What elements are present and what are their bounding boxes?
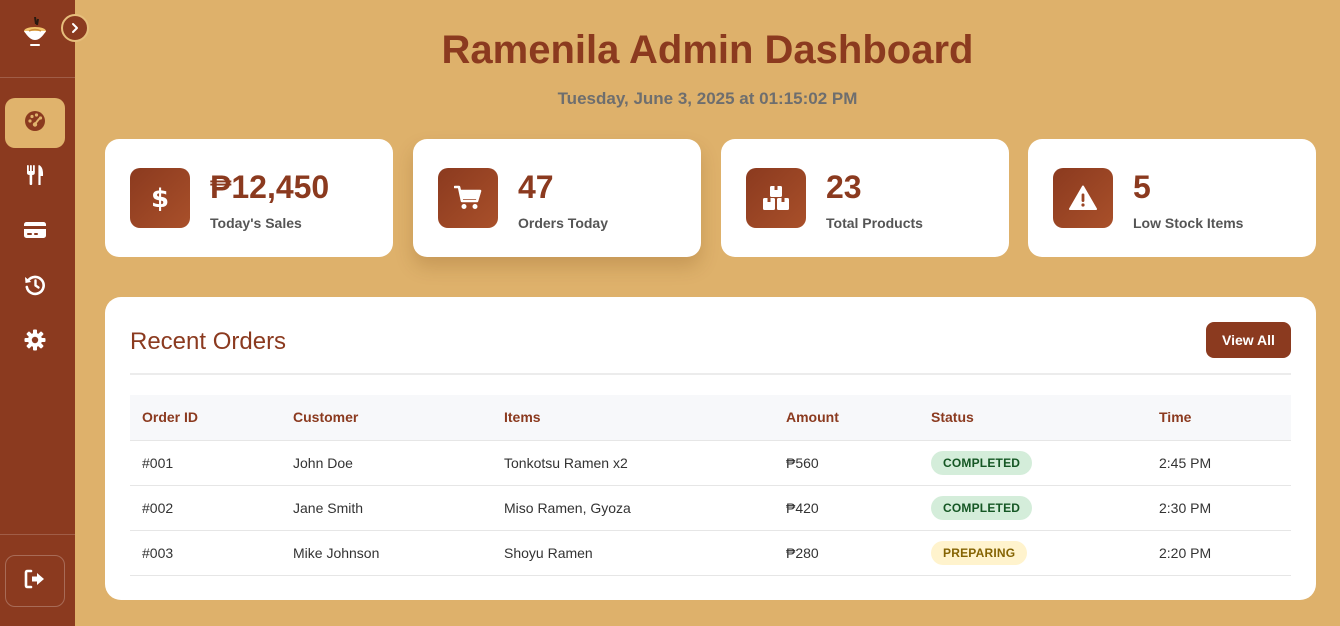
column-header: Order ID bbox=[130, 395, 281, 441]
recent-orders-panel: Recent Orders View All Order ID Customer… bbox=[105, 297, 1316, 600]
order-time: 2:45 PM bbox=[1147, 440, 1291, 486]
status-badge: COMPLETED bbox=[931, 495, 1033, 520]
stat-value: 5 bbox=[1133, 169, 1151, 205]
table-header-row: Order ID Customer Items Amount Status Ti… bbox=[130, 395, 1291, 441]
sidebar-item-payments[interactable] bbox=[5, 207, 65, 257]
order-id: #001 bbox=[130, 440, 281, 486]
view-all-button[interactable]: View All bbox=[1206, 322, 1291, 358]
stat-label: Low Stock Items bbox=[1133, 215, 1244, 231]
order-status-cell: PREPARING bbox=[919, 530, 1147, 576]
sign-out-icon bbox=[24, 569, 46, 593]
panel-divider bbox=[130, 373, 1291, 375]
column-header: Customer bbox=[281, 395, 492, 441]
dashboard-gauge-icon bbox=[24, 110, 46, 136]
order-status-cell: COMPLETED bbox=[919, 440, 1147, 486]
orders-table: Order ID Customer Items Amount Status Ti… bbox=[130, 395, 1291, 576]
order-amount: ₱560 bbox=[774, 440, 919, 486]
utensils-icon bbox=[24, 164, 46, 190]
order-time: 2:30 PM bbox=[1147, 485, 1291, 531]
current-datetime: Tuesday, June 3, 2025 at 01:15:02 PM bbox=[557, 89, 858, 108]
sidebar-divider bbox=[0, 77, 75, 78]
order-amount: ₱420 bbox=[774, 485, 919, 531]
sidebar-item-dashboard[interactable] bbox=[5, 98, 65, 148]
order-id: #002 bbox=[130, 485, 281, 531]
order-items: Shoyu Ramen bbox=[492, 530, 774, 576]
page-title: Ramenila Admin Dashboard bbox=[441, 28, 974, 72]
stat-value: ₱12,450 bbox=[210, 169, 330, 205]
stat-card-products: 23 Total Products bbox=[721, 139, 1009, 257]
sidebar-item-history[interactable] bbox=[5, 262, 65, 312]
sidebar-divider bbox=[0, 534, 75, 535]
stat-value: 23 bbox=[826, 169, 862, 205]
stat-label: Total Products bbox=[826, 215, 923, 231]
status-badge: COMPLETED bbox=[931, 450, 1033, 475]
sidebar-item-settings[interactable] bbox=[5, 317, 65, 367]
ramen-bowl-icon[interactable] bbox=[22, 16, 48, 49]
gear-icon bbox=[24, 329, 46, 355]
credit-card-icon bbox=[23, 220, 47, 244]
order-amount: ₱280 bbox=[774, 530, 919, 576]
table-row[interactable]: #003 Mike Johnson Shoyu Ramen ₱280 PREPA… bbox=[130, 530, 1291, 576]
stat-value: 47 bbox=[518, 169, 554, 205]
sidebar-item-menu[interactable] bbox=[5, 152, 65, 202]
column-header: Items bbox=[492, 395, 774, 441]
svg-text:$: $ bbox=[151, 184, 169, 213]
order-id: #003 bbox=[130, 530, 281, 576]
stat-card-orders: 47 Orders Today bbox=[413, 139, 701, 257]
order-items: Tonkotsu Ramen x2 bbox=[492, 440, 774, 486]
stat-card-low-stock: 5 Low Stock Items bbox=[1028, 139, 1316, 257]
history-icon bbox=[24, 274, 46, 300]
order-items: Miso Ramen, Gyoza bbox=[492, 485, 774, 531]
recent-orders-title: Recent Orders bbox=[130, 328, 287, 355]
order-status-cell: COMPLETED bbox=[919, 485, 1147, 531]
warning-icon bbox=[1053, 168, 1113, 228]
stat-card-sales: $ ₱12,450 Today's Sales bbox=[105, 139, 393, 257]
order-time: 2:20 PM bbox=[1147, 530, 1291, 576]
order-customer: John Doe bbox=[281, 440, 492, 486]
status-badge: PREPARING bbox=[931, 540, 1028, 565]
logout-button[interactable] bbox=[5, 555, 65, 607]
stat-label: Orders Today bbox=[518, 215, 608, 231]
sidebar bbox=[0, 0, 89, 626]
order-customer: Mike Johnson bbox=[281, 530, 492, 576]
stat-label: Today's Sales bbox=[210, 215, 302, 231]
column-header: Time bbox=[1147, 395, 1291, 441]
table-row[interactable]: #002 Jane Smith Miso Ramen, Gyoza ₱420 C… bbox=[130, 485, 1291, 531]
boxes-icon bbox=[746, 168, 806, 228]
table-row[interactable]: #001 John Doe Tonkotsu Ramen x2 ₱560 COM… bbox=[130, 440, 1291, 486]
order-customer: Jane Smith bbox=[281, 485, 492, 531]
column-header: Status bbox=[919, 395, 1147, 441]
dollar-icon: $ bbox=[130, 168, 190, 228]
column-header: Amount bbox=[774, 395, 919, 441]
cart-icon bbox=[438, 168, 498, 228]
